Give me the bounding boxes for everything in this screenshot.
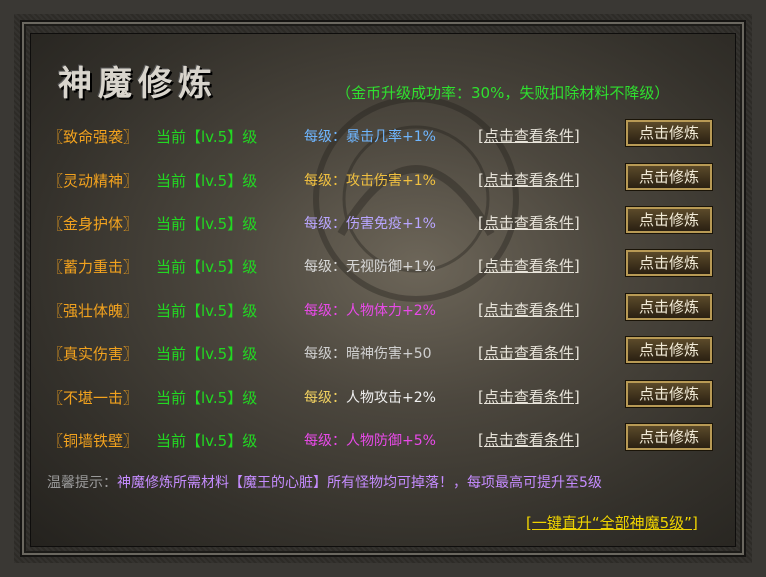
tip-text: 神魔修炼所需材料【魔王的心脏】所有怪物均可掉落！，每项最高可提升至5级 bbox=[117, 475, 602, 491]
bonus-value: 无视防御+1% bbox=[346, 259, 436, 275]
skill-row: 〖金身护体〗 当前【lv.5】级 每级：伤害免疫+1% [点击查看条件] 点击修… bbox=[0, 207, 766, 237]
view-conditions-link[interactable]: [点击查看条件] bbox=[478, 169, 580, 190]
skill-level: 当前【lv.5】级 bbox=[156, 172, 258, 190]
bonus-prefix: 每级： bbox=[304, 173, 346, 189]
bonus-value: 攻击伤害+1% bbox=[346, 173, 436, 189]
panel-background bbox=[30, 33, 736, 547]
skill-name: 〖致命强袭〗 bbox=[48, 128, 139, 146]
train-button[interactable]: 点击修炼 bbox=[626, 424, 712, 450]
view-conditions-link[interactable]: [点击查看条件] bbox=[478, 125, 580, 146]
bonus-value: 暗神伤害+50 bbox=[346, 346, 432, 362]
skill-bonus: 每级：伤害免疫+1% bbox=[304, 213, 436, 233]
bonus-value: 人物防御+5% bbox=[346, 433, 436, 449]
skill-bonus: 每级：无视防御+1% bbox=[304, 256, 436, 276]
skill-name: 〖不堪一击〗 bbox=[48, 389, 139, 407]
skill-level: 当前【lv.5】级 bbox=[156, 345, 258, 363]
skill-bonus: 每级：暗神伤害+50 bbox=[304, 343, 432, 363]
view-conditions-link[interactable]: [点击查看条件] bbox=[478, 342, 580, 363]
train-button[interactable]: 点击修炼 bbox=[626, 164, 712, 190]
skill-row: 〖真实伤害〗 当前【lv.5】级 每级：暗神伤害+50 [点击查看条件] 点击修… bbox=[0, 337, 766, 367]
skill-level: 当前【lv.5】级 bbox=[156, 128, 258, 146]
train-button[interactable]: 点击修炼 bbox=[626, 294, 712, 320]
view-conditions-link[interactable]: [点击查看条件] bbox=[478, 386, 580, 407]
train-button[interactable]: 点击修炼 bbox=[626, 207, 712, 233]
skill-row: 〖蓄力重击〗 当前【lv.5】级 每级：无视防御+1% [点击查看条件] 点击修… bbox=[0, 250, 766, 280]
skill-bonus: 每级：暴击几率+1% bbox=[304, 126, 436, 146]
bonus-value: 伤害免疫+1% bbox=[346, 216, 436, 232]
view-conditions-link[interactable]: [点击查看条件] bbox=[478, 212, 580, 233]
skill-bonus: 每级：人物体力+2% bbox=[304, 300, 436, 320]
skill-level: 当前【lv.5】级 bbox=[156, 215, 258, 233]
bonus-prefix: 每级： bbox=[304, 216, 346, 232]
skill-name: 〖真实伤害〗 bbox=[48, 345, 139, 363]
bonus-value: 人物攻击+2% bbox=[346, 390, 436, 406]
skill-row: 〖强壮体魄〗 当前【lv.5】级 每级：人物体力+2% [点击查看条件] 点击修… bbox=[0, 294, 766, 324]
train-button[interactable]: 点击修炼 bbox=[626, 381, 712, 407]
view-conditions-link[interactable]: [点击查看条件] bbox=[478, 429, 580, 450]
view-conditions-link[interactable]: [点击查看条件] bbox=[478, 299, 580, 320]
success-rate-note: （金币升级成功率：30%，失败扣除材料不降级） bbox=[336, 84, 670, 102]
bonus-prefix: 每级： bbox=[304, 433, 346, 449]
skill-level: 当前【lv.5】级 bbox=[156, 302, 258, 320]
one-click-upgrade-link[interactable]: [一键直升“全部神魔5级”] bbox=[526, 512, 698, 533]
train-button[interactable]: 点击修炼 bbox=[626, 120, 712, 146]
skill-name: 〖蓄力重击〗 bbox=[48, 258, 139, 276]
page-title: 神魔修炼 bbox=[58, 64, 218, 104]
bonus-value: 暴击几率+1% bbox=[346, 129, 436, 145]
skill-name: 〖金身护体〗 bbox=[48, 215, 139, 233]
skill-row: 〖致命强袭〗 当前【lv.5】级 每级：暴击几率+1% [点击查看条件] 点击修… bbox=[0, 120, 766, 150]
skill-level: 当前【lv.5】级 bbox=[156, 389, 258, 407]
bonus-prefix: 每级： bbox=[304, 129, 346, 145]
skill-row: 〖不堪一击〗 当前【lv.5】级 每级：人物攻击+2% [点击查看条件] 点击修… bbox=[0, 381, 766, 411]
train-button[interactable]: 点击修炼 bbox=[626, 250, 712, 276]
bonus-value: 人物体力+2% bbox=[346, 303, 436, 319]
skill-name: 〖强壮体魄〗 bbox=[48, 302, 139, 320]
skill-bonus: 每级：人物攻击+2% bbox=[304, 387, 436, 407]
skill-bonus: 每级：人物防御+5% bbox=[304, 430, 436, 450]
tip-label: 温馨提示： bbox=[47, 475, 117, 491]
train-button[interactable]: 点击修炼 bbox=[626, 337, 712, 363]
skill-level: 当前【lv.5】级 bbox=[156, 432, 258, 450]
skill-row: 〖灵动精神〗 当前【lv.5】级 每级：攻击伤害+1% [点击查看条件] 点击修… bbox=[0, 164, 766, 194]
bonus-prefix: 每级： bbox=[304, 303, 346, 319]
bonus-prefix: 每级： bbox=[304, 259, 346, 275]
skill-row: 〖铜墙铁壁〗 当前【lv.5】级 每级：人物防御+5% [点击查看条件] 点击修… bbox=[0, 424, 766, 454]
bonus-prefix: 每级： bbox=[304, 346, 346, 362]
view-conditions-link[interactable]: [点击查看条件] bbox=[478, 255, 580, 276]
skill-level: 当前【lv.5】级 bbox=[156, 258, 258, 276]
skill-name: 〖铜墙铁壁〗 bbox=[48, 432, 139, 450]
skill-name: 〖灵动精神〗 bbox=[48, 172, 139, 190]
tip-line: 温馨提示：神魔修炼所需材料【魔王的心脏】所有怪物均可掉落！，每项最高可提升至5级 bbox=[47, 472, 602, 492]
skill-bonus: 每级：攻击伤害+1% bbox=[304, 170, 436, 190]
bonus-prefix: 每级： bbox=[304, 390, 346, 406]
